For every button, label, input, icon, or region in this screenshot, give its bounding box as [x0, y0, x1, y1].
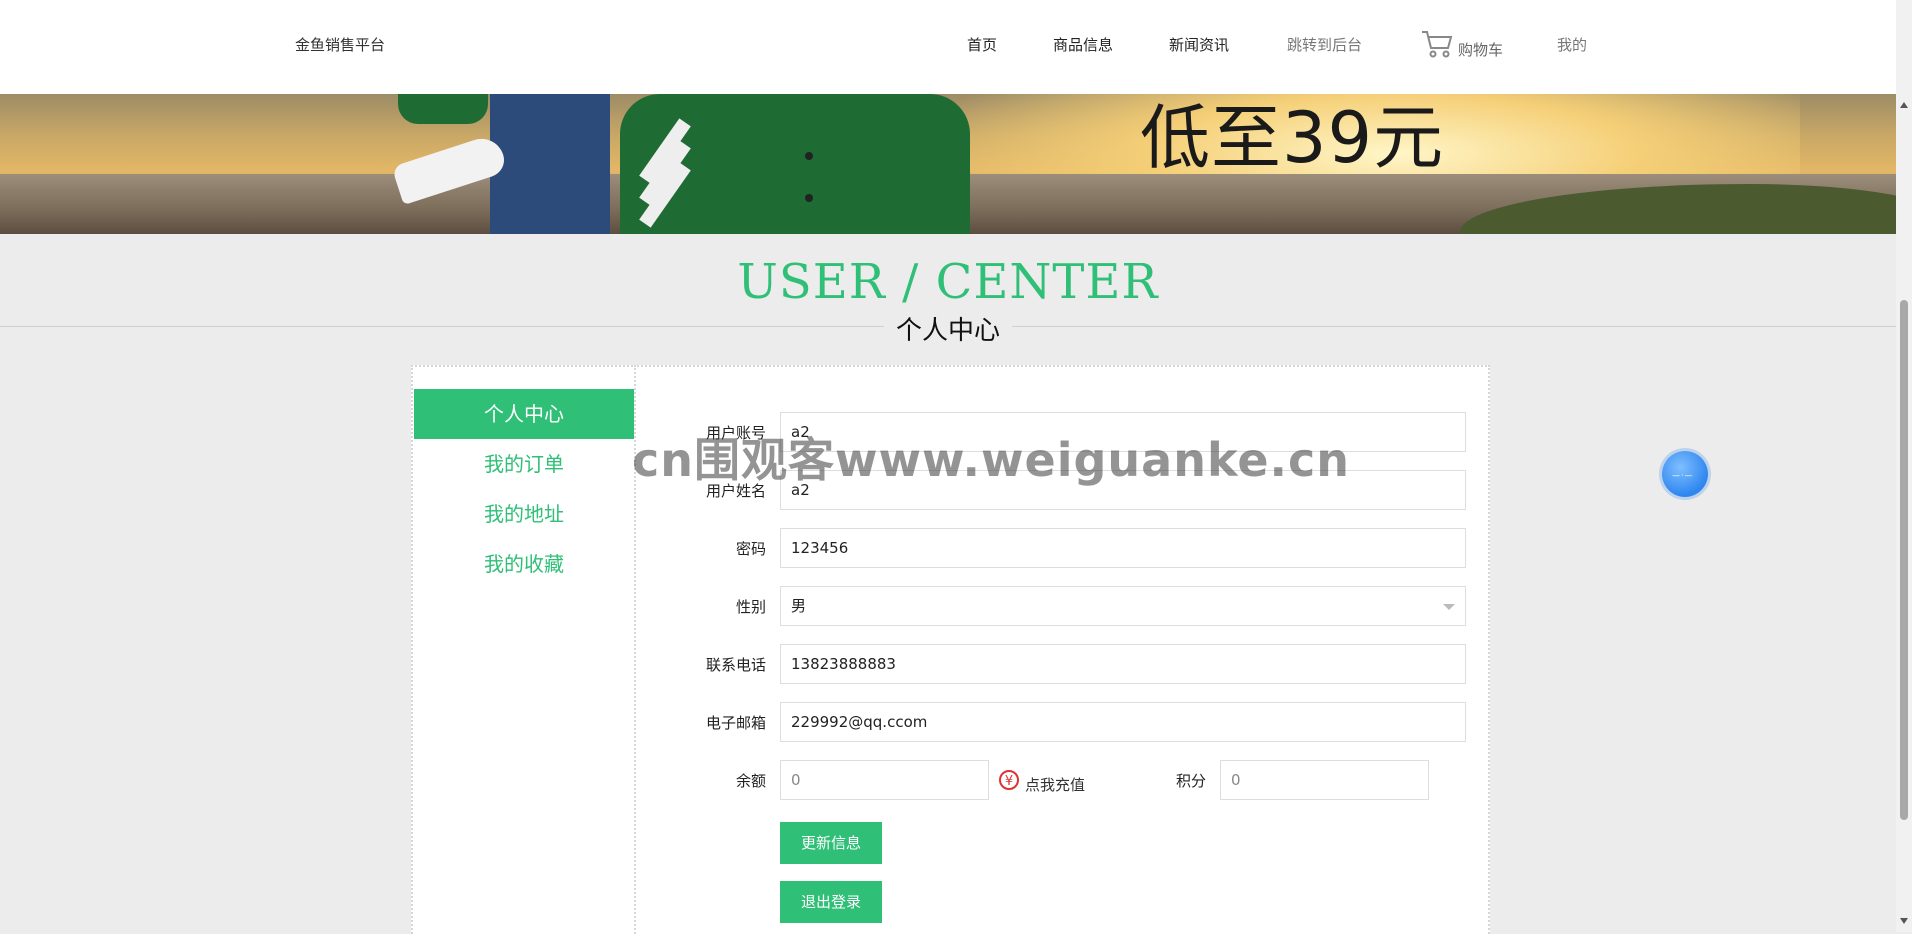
site-brand[interactable]: 金鱼销售平台 — [295, 34, 385, 55]
scroll-thumb[interactable] — [1900, 300, 1908, 820]
nav-cart[interactable]: 购物车 — [1420, 28, 1504, 59]
phone-label: 联系电话 — [705, 656, 766, 674]
points-label: 积分 — [1175, 772, 1206, 790]
scroll-down-arrow-icon[interactable] — [1900, 918, 1908, 924]
gender-select[interactable]: 男 — [780, 586, 1466, 626]
logout-button[interactable]: 退出登录 — [780, 881, 882, 923]
banner-model-jeans — [490, 94, 610, 234]
promo-banner[interactable]: 低至39元 — [0, 94, 1896, 234]
chevron-down-icon — [1443, 604, 1455, 610]
nav-backend[interactable]: 跳转到后台 — [1287, 34, 1362, 55]
password-field[interactable]: 123456 — [780, 528, 1466, 568]
sidebar-item-profile[interactable]: 个人中心 — [414, 389, 634, 439]
top-nav-bar: 金鱼销售平台 首页 商品信息 新闻资讯 跳转到后台 购物车 我的 — [0, 0, 1896, 94]
cart-icon — [1422, 31, 1453, 58]
password-label: 密码 — [735, 540, 766, 558]
profile-form: 用户账号 a2 用户姓名 a2 密码 123456 性别 男 联系电话 1382… — [634, 365, 1490, 934]
email-field[interactable]: 229992@qq.ccom — [780, 702, 1466, 742]
nav-products[interactable]: 商品信息 — [1053, 34, 1113, 55]
sidebar-item-address[interactable]: 我的地址 — [414, 489, 634, 539]
name-field[interactable]: a2 — [780, 470, 1466, 510]
points-field[interactable]: 0 — [1220, 760, 1429, 800]
nav-mine[interactable]: 我的 — [1557, 34, 1587, 55]
gender-label: 性别 — [735, 598, 766, 616]
email-label: 电子邮箱 — [705, 714, 766, 732]
nav-news[interactable]: 新闻资讯 — [1169, 34, 1229, 55]
gender-value: 男 — [791, 597, 807, 615]
balance-field[interactable]: 0 — [780, 760, 989, 800]
nav-home[interactable]: 首页 — [967, 34, 997, 55]
page-scrollbar[interactable] — [1896, 0, 1912, 932]
sidebar-item-favorites[interactable]: 我的收藏 — [414, 539, 634, 589]
sidebar: 个人中心 我的订单 我的地址 我的收藏 — [411, 365, 637, 934]
banner-promo-text: 低至39元 — [1140, 97, 1445, 179]
floating-action-button[interactable]: —·— — [1662, 451, 1708, 497]
section-subtitle-wrap: 个人中心 — [0, 310, 1896, 347]
sidebar-item-orders[interactable]: 我的订单 — [414, 439, 634, 489]
banner-model-cardigan — [620, 94, 970, 234]
scroll-up-arrow-icon[interactable] — [1900, 102, 1908, 108]
name-label: 用户姓名 — [705, 482, 766, 500]
cart-label: 购物车 — [1458, 41, 1504, 59]
section-title: USER / CENTER — [737, 254, 1159, 310]
section-subtitle: 个人中心 — [883, 316, 1012, 346]
balance-label: 余额 — [735, 772, 766, 790]
banner-model-sleeve — [398, 94, 488, 124]
yen-icon[interactable]: ¥ — [999, 770, 1019, 790]
account-label: 用户账号 — [705, 424, 766, 442]
account-field[interactable]: a2 — [780, 412, 1466, 452]
update-info-button[interactable]: 更新信息 — [780, 822, 882, 864]
phone-field[interactable]: 13823888883 — [780, 644, 1466, 684]
